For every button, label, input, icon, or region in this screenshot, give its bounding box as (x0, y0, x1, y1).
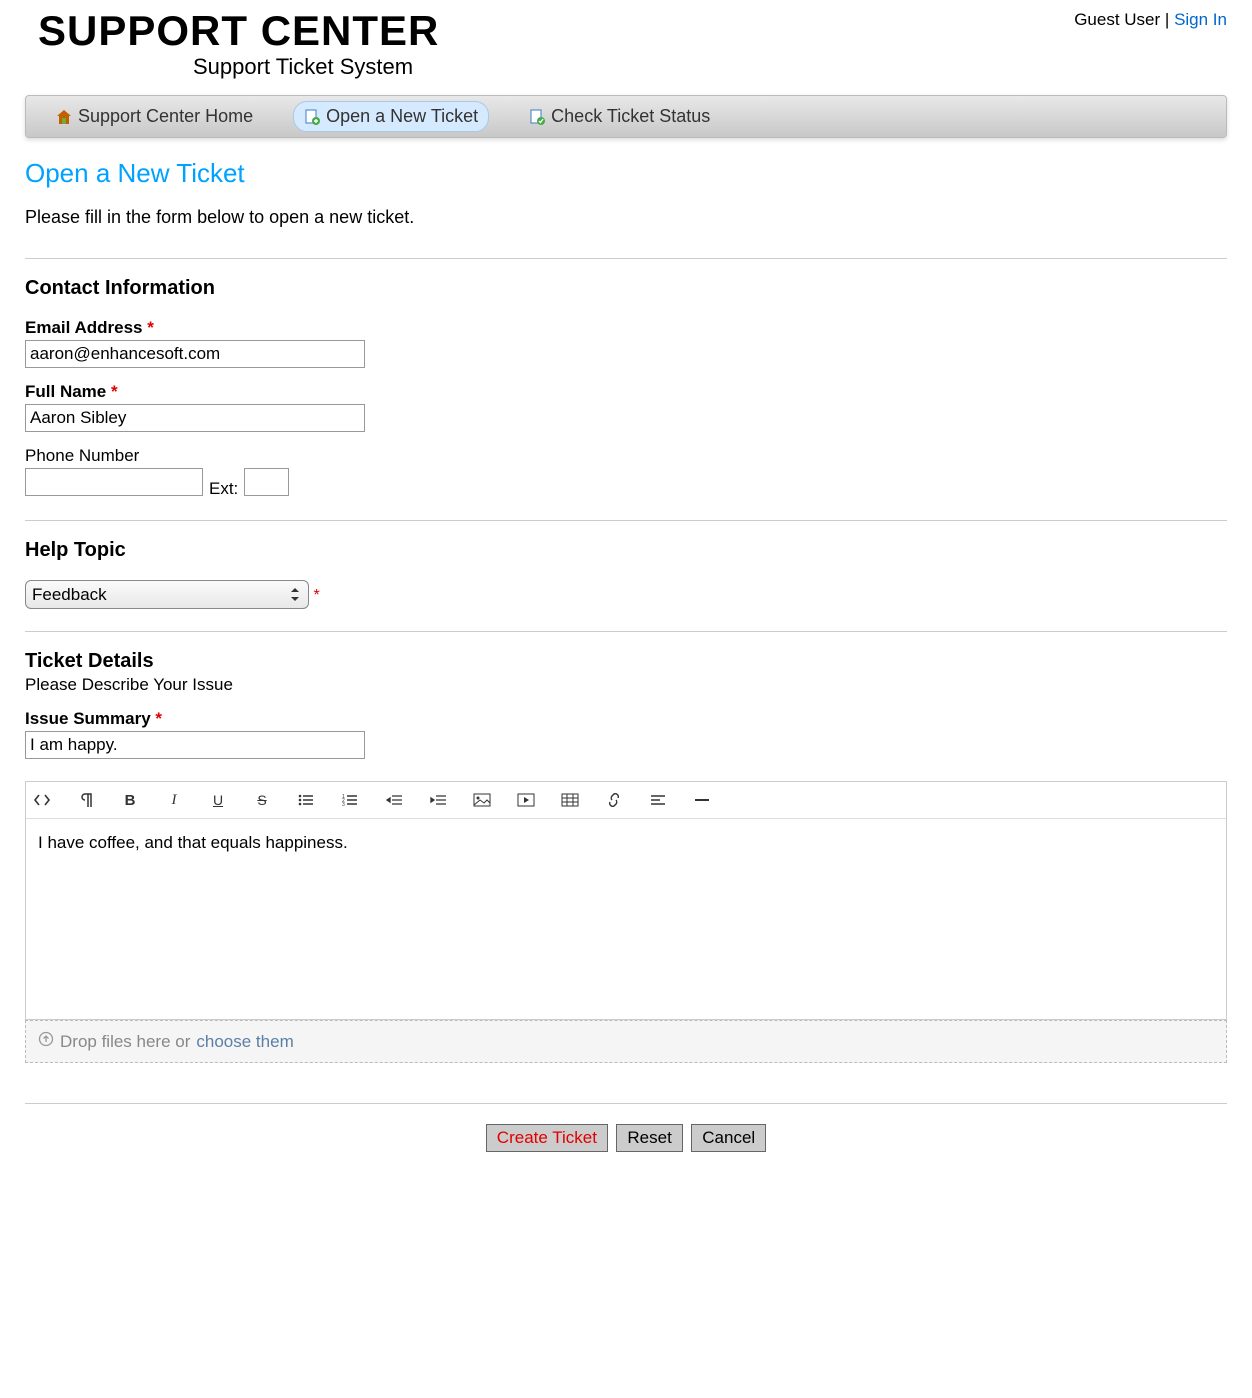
required-marker: * (155, 709, 162, 728)
nav-status-label: Check Ticket Status (551, 106, 710, 127)
user-area: Guest User | Sign In (1074, 10, 1227, 30)
email-input[interactable] (25, 340, 365, 368)
nav-home[interactable]: Support Center Home (46, 101, 263, 132)
header: SUPPORT CENTER Support Ticket System Gue… (25, 0, 1227, 85)
required-marker: * (111, 382, 118, 401)
home-icon (56, 109, 72, 125)
nav-bar: Support Center Home Open a New Ticket Ch… (25, 95, 1227, 138)
nav-open-label: Open a New Ticket (326, 106, 478, 127)
create-ticket-button[interactable]: Create Ticket (486, 1124, 608, 1152)
required-marker: * (147, 318, 154, 337)
outdent-icon[interactable] (384, 790, 404, 810)
strike-icon[interactable]: S (252, 790, 272, 810)
ul-icon[interactable] (296, 790, 316, 810)
help-topic-title: Help Topic (25, 539, 1227, 562)
divider (25, 631, 1227, 632)
image-icon[interactable] (472, 790, 492, 810)
signin-link[interactable]: Sign In (1174, 10, 1227, 29)
dropzone-text: Drop files here or (60, 1032, 190, 1052)
table-icon[interactable] (560, 790, 580, 810)
logo-title: SUPPORT CENTER (38, 10, 439, 52)
new-ticket-icon (304, 109, 320, 125)
nav-home-label: Support Center Home (78, 106, 253, 127)
divider (25, 1103, 1227, 1104)
summary-label-text: Issue Summary (25, 709, 151, 728)
ext-label: Ext: (209, 479, 238, 499)
ticket-details-title: Ticket Details (25, 650, 1227, 673)
nav-check-status[interactable]: Check Ticket Status (519, 101, 720, 132)
svg-text:3: 3 (342, 802, 345, 807)
page-intro: Please fill in the form below to open a … (25, 207, 1227, 228)
divider (25, 520, 1227, 521)
divider (25, 258, 1227, 259)
code-icon[interactable] (32, 790, 52, 810)
separator: | (1165, 10, 1169, 29)
rich-text-editor: B I U S 123 I have coffee, and that equa… (25, 781, 1227, 1020)
phone-label: Phone Number (25, 446, 1227, 466)
page-title: Open a New Ticket (25, 158, 1227, 189)
email-label: Email Address * (25, 318, 1227, 338)
contact-section-title: Contact Information (25, 277, 1227, 300)
align-icon[interactable] (648, 790, 668, 810)
editor-body[interactable]: I have coffee, and that equals happiness… (26, 819, 1226, 1019)
ext-input[interactable] (244, 468, 289, 496)
help-topic-select[interactable]: Feedback (25, 580, 309, 609)
bold-icon[interactable]: B (120, 790, 140, 810)
status-icon (529, 109, 545, 125)
guest-label: Guest User (1074, 10, 1160, 29)
video-icon[interactable] (516, 790, 536, 810)
paragraph-icon[interactable] (76, 790, 96, 810)
summary-input[interactable] (25, 731, 365, 759)
fullname-label: Full Name * (25, 382, 1227, 402)
required-marker: * (313, 587, 319, 604)
form-buttons: Create Ticket Reset Cancel (25, 1124, 1227, 1152)
underline-icon[interactable]: U (208, 790, 228, 810)
nav-open-ticket[interactable]: Open a New Ticket (293, 101, 489, 132)
editor-toolbar: B I U S 123 (26, 782, 1226, 819)
cancel-button[interactable]: Cancel (691, 1124, 766, 1152)
link-icon[interactable] (604, 790, 624, 810)
ol-icon[interactable]: 123 (340, 790, 360, 810)
describe-text: Please Describe Your Issue (25, 675, 1227, 695)
file-dropzone[interactable]: Drop files here or choose them (25, 1020, 1227, 1063)
fullname-input[interactable] (25, 404, 365, 432)
email-label-text: Email Address (25, 318, 142, 337)
logo: SUPPORT CENTER Support Ticket System (25, 10, 439, 80)
fullname-label-text: Full Name (25, 382, 106, 401)
choose-files-link[interactable]: choose them (196, 1032, 293, 1052)
logo-subtitle: Support Ticket System (193, 54, 439, 80)
phone-input[interactable] (25, 468, 203, 496)
summary-label: Issue Summary * (25, 709, 1227, 729)
reset-button[interactable]: Reset (616, 1124, 682, 1152)
upload-icon (38, 1031, 54, 1052)
indent-icon[interactable] (428, 790, 448, 810)
italic-icon[interactable]: I (164, 790, 184, 810)
hr-icon[interactable] (692, 790, 712, 810)
